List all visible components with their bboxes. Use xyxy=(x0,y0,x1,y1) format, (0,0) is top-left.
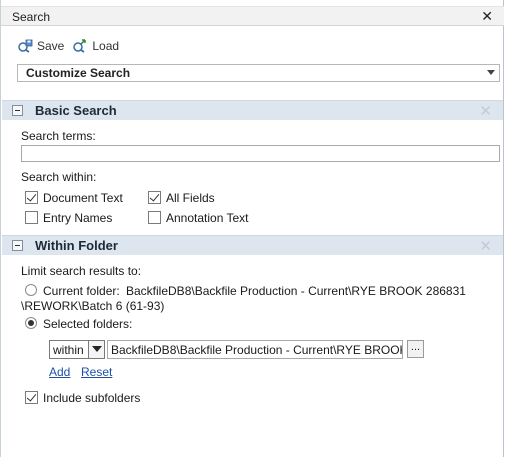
load-label: Load xyxy=(92,39,120,53)
panel-title: Search xyxy=(12,10,51,24)
close-icon[interactable]: ✕ xyxy=(481,8,493,24)
within-dropdown[interactable]: within xyxy=(49,340,105,359)
annotation-text-checkbox[interactable] xyxy=(148,211,161,224)
panel-titlebar: Search ✕ xyxy=(1,6,504,26)
reset-link[interactable]: Reset xyxy=(81,365,112,379)
all-fields-checkbox[interactable] xyxy=(148,191,161,204)
document-text-checkbox[interactable] xyxy=(25,191,38,204)
entry-names-label: Entry Names xyxy=(43,211,113,225)
basic-search-header[interactable]: Basic Search ✕ xyxy=(2,100,503,120)
within-folder-header[interactable]: Within Folder ✕ xyxy=(2,235,503,255)
search-terms-label: Search terms: xyxy=(21,129,96,143)
search-within-label: Search within: xyxy=(21,170,97,184)
selected-folders-label: Selected folders: xyxy=(43,317,133,331)
customize-search-value: Customize Search xyxy=(26,66,131,80)
folder-path-input[interactable]: BackfileDB8\Backfile Production - Curren… xyxy=(107,340,403,359)
search-toolbar: Save Load xyxy=(17,37,127,55)
all-fields-label: All Fields xyxy=(166,191,215,205)
customize-search-dropdown[interactable]: Customize Search xyxy=(17,64,500,82)
load-icon xyxy=(73,39,87,53)
save-button[interactable]: Save xyxy=(17,39,64,53)
include-subfolders-checkbox[interactable] xyxy=(25,391,38,404)
folder-path-value: BackfileDB8\Backfile Production - Curren… xyxy=(111,343,403,357)
current-folder-label: Current folder: xyxy=(43,284,120,298)
add-link[interactable]: Add xyxy=(49,365,70,379)
annotation-text-label: Annotation Text xyxy=(166,211,249,225)
current-folder-path-continued: \REWORK\Batch 6 (61-93) xyxy=(21,299,165,313)
limit-results-label: Limit search results to: xyxy=(21,264,142,278)
search-terms-input[interactable] xyxy=(21,145,500,162)
close-icon[interactable]: ✕ xyxy=(479,237,492,255)
collapse-icon[interactable] xyxy=(12,240,23,251)
basic-search-title: Basic Search xyxy=(35,103,117,118)
save-icon xyxy=(18,39,33,53)
search-panel: Search ✕ Save Load Customize Search Basi… xyxy=(0,0,504,457)
collapse-icon[interactable] xyxy=(12,105,23,116)
browse-button[interactable]: ... xyxy=(407,340,424,358)
selected-folders-radio[interactable] xyxy=(25,317,37,329)
document-text-label: Document Text xyxy=(43,191,123,205)
chevron-down-icon[interactable] xyxy=(88,341,104,358)
include-subfolders-label: Include subfolders xyxy=(43,391,141,405)
save-label: Save xyxy=(37,39,65,53)
current-folder-radio[interactable] xyxy=(25,284,37,296)
load-button[interactable]: Load xyxy=(72,39,119,53)
close-icon[interactable]: ✕ xyxy=(479,102,492,120)
current-folder-path: BackfileDB8\Backfile Production - Curren… xyxy=(126,284,466,298)
chevron-down-icon xyxy=(487,70,495,75)
entry-names-checkbox[interactable] xyxy=(25,211,38,224)
within-folder-title: Within Folder xyxy=(35,238,118,253)
within-value: within xyxy=(53,343,84,357)
